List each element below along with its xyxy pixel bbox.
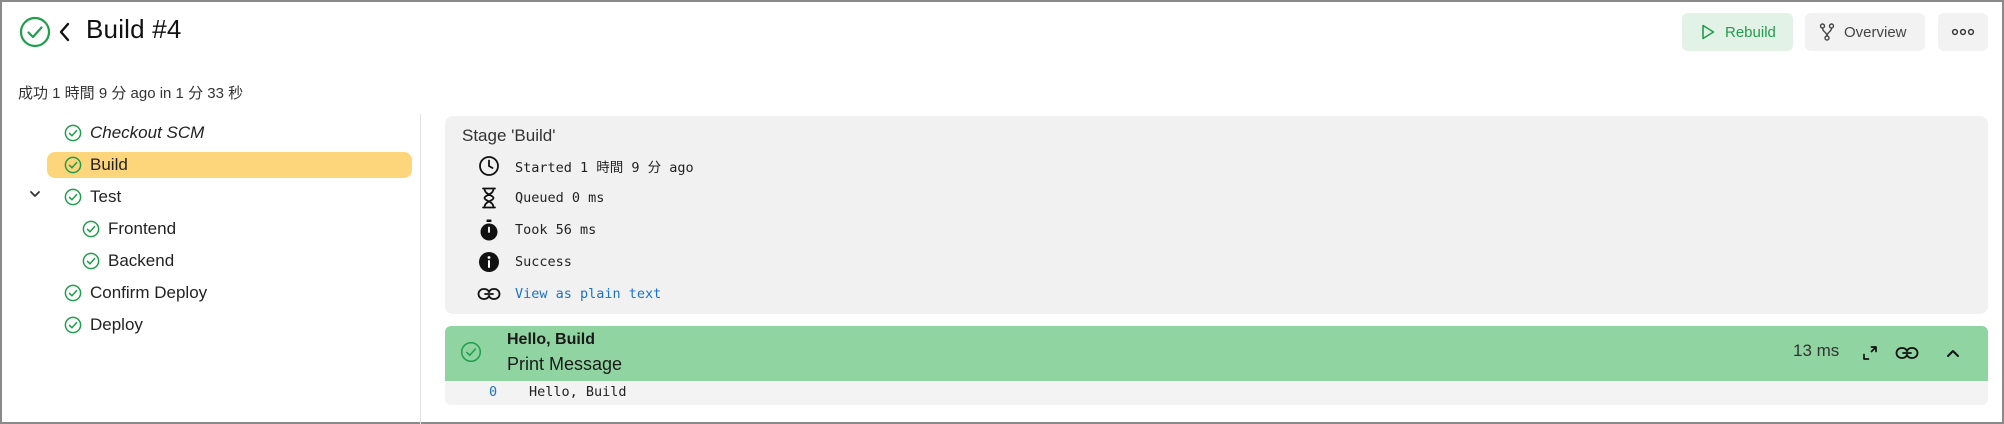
stage-details-card: Stage 'Build' Started 1 時間 9 分 ago Queue… (445, 116, 1988, 314)
check-circle-icon (64, 124, 82, 142)
sidebar-item-build[interactable]: Build (47, 152, 412, 178)
check-circle-icon (64, 316, 82, 334)
more-horizontal-icon (1951, 28, 1975, 36)
success-status-icon (19, 16, 51, 48)
check-circle-icon (82, 220, 100, 238)
stage-started-text: Started 1 時間 9 分 ago (515, 160, 694, 176)
stage-status-text: Success (515, 254, 572, 270)
sidebar-item-label: Test (90, 187, 122, 206)
hourglass-icon (477, 186, 501, 210)
build-summary: 成功 1 時間 9 分 ago in 1 分 33 秒 (18, 85, 244, 102)
stage-queued-row: Queued 0 ms (477, 186, 604, 210)
back-chevron-icon[interactable] (57, 20, 73, 44)
sidebar-item-label: Backend (108, 251, 175, 270)
sidebar-item-test[interactable]: Test (64, 184, 121, 210)
view-plain-text-row[interactable]: View as plain text (477, 282, 661, 306)
sidebar-divider (420, 114, 421, 424)
build-page: Build #4 成功 1 時間 9 分 ago in 1 分 33 秒 Reb… (0, 0, 2004, 424)
step-description: Print Message (507, 354, 623, 374)
sidebar-item-label: Confirm Deploy (90, 283, 208, 302)
sidebar-item-backend[interactable]: Backend (82, 248, 174, 274)
view-plain-text-link[interactable]: View as plain text (515, 286, 661, 302)
more-options-button[interactable] (1938, 13, 1988, 51)
expand-icon[interactable] (1859, 342, 1881, 364)
overview-label: Overview (1844, 23, 1907, 41)
check-circle-icon (82, 252, 100, 270)
stage-started-row: Started 1 時間 9 分 ago (477, 154, 694, 178)
rebuild-button[interactable]: Rebuild (1682, 13, 1793, 51)
check-circle-icon (64, 156, 82, 174)
check-circle-icon (64, 188, 82, 206)
sidebar-item-deploy[interactable]: Deploy (64, 312, 143, 338)
overview-button[interactable]: Overview (1805, 13, 1925, 51)
stage-took-text: Took 56 ms (515, 222, 597, 238)
page-title: Build #4 (86, 14, 182, 44)
sidebar-item-label: Frontend (108, 219, 177, 238)
chevron-down-icon[interactable] (28, 187, 42, 201)
rebuild-label: Rebuild (1725, 23, 1776, 41)
log-line-text: Hello, Build (529, 384, 627, 400)
sidebar-item-label: Deploy (90, 315, 143, 334)
link-icon[interactable] (1895, 342, 1919, 364)
log-line-number[interactable]: 0 (489, 384, 497, 400)
check-circle-icon (64, 284, 82, 302)
stage-title: Stage 'Build' (462, 126, 556, 145)
stage-queued-text: Queued 0 ms (515, 190, 605, 206)
sidebar-item-checkout-scm[interactable]: Checkout SCM (64, 120, 204, 146)
sidebar-item-confirm-deploy[interactable]: Confirm Deploy (64, 280, 207, 306)
stopwatch-icon (477, 218, 501, 242)
stage-status-row: Success (477, 250, 572, 274)
sidebar-item-frontend[interactable]: Frontend (82, 216, 176, 242)
step-name: Hello, Build (507, 331, 595, 348)
step-header[interactable]: Hello, Build Print Message 13 ms (445, 326, 1988, 381)
link-icon (477, 282, 501, 306)
stage-took-row: Took 56 ms (477, 218, 596, 242)
chevron-up-icon[interactable] (1942, 342, 1964, 364)
check-circle-icon (460, 341, 482, 363)
play-icon (1702, 24, 1715, 40)
branch-icon (1819, 23, 1835, 41)
sidebar-item-label: Checkout SCM (90, 123, 205, 142)
clock-icon (477, 154, 501, 178)
step-log: 0 Hello, Build (445, 381, 1988, 405)
sidebar-item-label: Build (90, 155, 128, 174)
info-icon (477, 250, 501, 274)
step-duration: 13 ms (1793, 341, 1840, 360)
